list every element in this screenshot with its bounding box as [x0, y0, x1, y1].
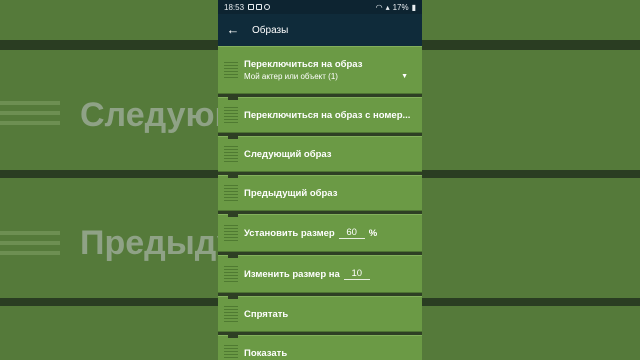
block-next-costume[interactable]: Следующий образ	[218, 136, 422, 172]
block-hide[interactable]: Спрятать	[218, 296, 422, 332]
signal-icon: ▴	[385, 2, 390, 12]
block-list: Переключиться на образ Мой актер или объ…	[218, 46, 422, 360]
drag-handle-icon[interactable]	[224, 183, 238, 203]
size-change-field[interactable]: 10	[343, 268, 370, 280]
battery-icon: ▮	[411, 2, 416, 12]
drag-handle-icon[interactable]	[224, 343, 238, 360]
search-icon	[264, 4, 271, 10]
block-label: Переключиться на образ с номер...	[244, 109, 411, 121]
unit-label: %	[368, 227, 378, 239]
dropdown-arrow-icon[interactable]: ▼	[401, 73, 408, 80]
status-bar: 18:53 ◠ ▴ 17% ▮	[218, 0, 422, 14]
block-switch-costume-number[interactable]: Переключиться на образ с номер...	[218, 97, 422, 133]
page-title: Образы	[252, 24, 289, 36]
battery-level: 17%	[392, 2, 409, 12]
drag-handle-icon[interactable]	[224, 60, 238, 80]
drag-handle-icon[interactable]	[224, 105, 238, 125]
block-show[interactable]: Показать	[218, 335, 422, 360]
block-label: Переключиться на образ	[244, 59, 363, 70]
app-bar: ← Образы	[218, 14, 422, 46]
drag-handle-icon[interactable]	[224, 264, 238, 284]
drag-handle-icon[interactable]	[224, 223, 238, 243]
block-label: Изменить размер на	[244, 268, 340, 280]
back-arrow-icon[interactable]: ←	[218, 14, 248, 46]
block-label: Установить размер	[244, 227, 335, 239]
block-previous-costume[interactable]: Предыдущий образ	[218, 175, 422, 211]
notification-icon	[256, 4, 263, 10]
size-value-field[interactable]: 60	[338, 227, 365, 239]
bg-text-left-2: Предыду	[80, 224, 236, 262]
block-label: Спрятать	[244, 308, 289, 320]
costume-dropdown[interactable]: Мой актер или объект (1)	[244, 72, 338, 81]
notification-icon	[248, 4, 255, 10]
drag-handle-icon[interactable]	[224, 304, 238, 324]
status-time: 18:53	[224, 2, 245, 12]
phone-screen: 18:53 ◠ ▴ 17% ▮ ← Образы Переключиться н…	[218, 0, 422, 360]
block-label: Следующий образ	[244, 148, 332, 160]
block-set-size[interactable]: Установить размер 60 %	[218, 214, 422, 252]
drag-handle-icon[interactable]	[224, 144, 238, 164]
block-switch-costume[interactable]: Переключиться на образ Мой актер или объ…	[218, 46, 422, 94]
wifi-icon: ◠	[375, 2, 383, 12]
block-label: Показать	[244, 347, 288, 359]
block-label: Предыдущий образ	[244, 187, 338, 199]
block-change-size[interactable]: Изменить размер на 10	[218, 255, 422, 293]
